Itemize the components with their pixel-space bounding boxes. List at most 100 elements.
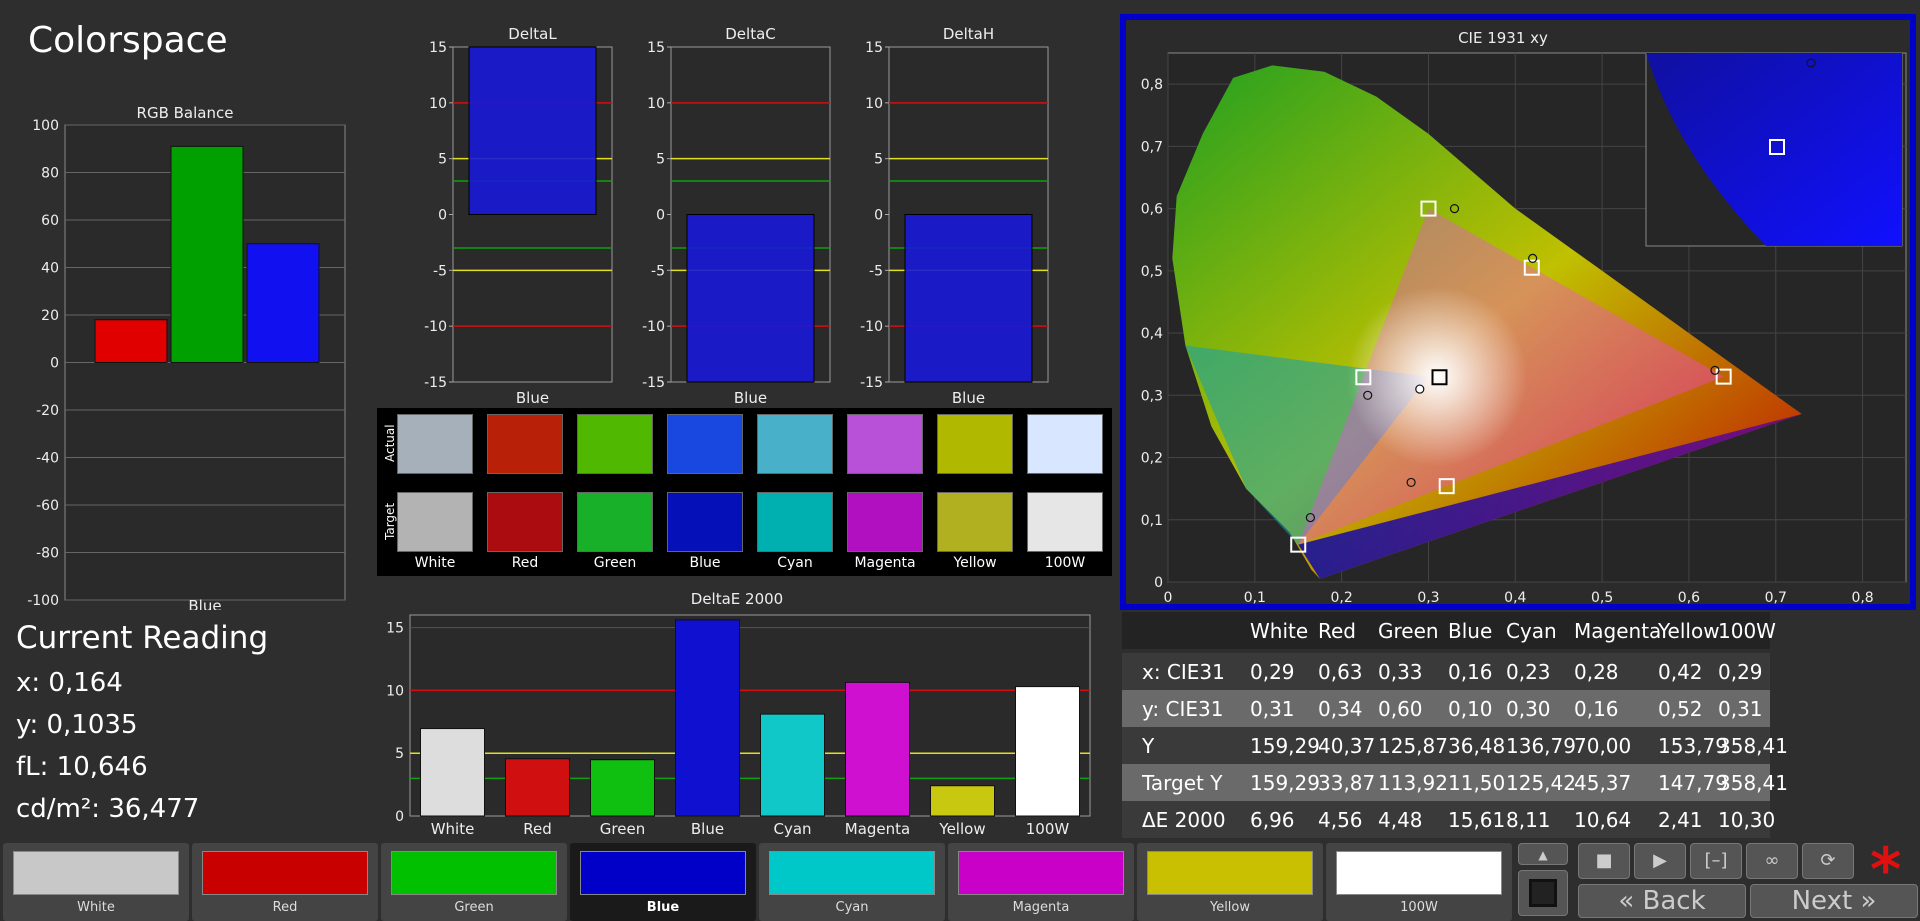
delta-chart-title: DeltaL [508, 25, 557, 43]
patch-tab-cyan[interactable]: Cyan [759, 843, 945, 921]
patch-tab-white[interactable]: White [3, 843, 189, 921]
table-cell: 0,60 [1378, 697, 1423, 721]
rgb-tick-label: -20 [36, 403, 59, 419]
deltae-title: DeltaE 2000 [691, 590, 783, 608]
swatch-actual-blue [667, 414, 743, 474]
table-cell: 0,16 [1448, 660, 1493, 684]
patch-tab-blue[interactable]: Blue [570, 843, 756, 921]
back-button[interactable]: « Back [1578, 884, 1746, 918]
play-button[interactable]: ▶ [1634, 843, 1686, 879]
cie-y-tick: 0,3 [1141, 388, 1163, 404]
patch-tab-yellow[interactable]: Yellow [1137, 843, 1323, 921]
delta-tick-label: 15 [865, 40, 883, 56]
cie-y-tick: 0,6 [1141, 202, 1163, 218]
deltae-bar-red [505, 758, 570, 817]
patch-tab-color [769, 851, 935, 895]
table-row-label: Y [1142, 734, 1155, 758]
swatch-target-100w [1027, 492, 1103, 552]
table-cell: 40,37 [1318, 734, 1376, 758]
deltae-category-label: Red [523, 820, 552, 838]
rgb-tick-label: 80 [41, 166, 59, 182]
delta-tick-label: 0 [438, 208, 447, 224]
delta-tick-label: -15 [860, 375, 883, 391]
table-cell: 15,61 [1448, 808, 1506, 832]
patch-tab-green[interactable]: Green [381, 843, 567, 921]
table-cell: 0,29 [1718, 660, 1763, 684]
cie-x-tick: 0,4 [1504, 590, 1526, 604]
delta-bar [468, 46, 597, 215]
delta-tick-label: -10 [860, 319, 883, 335]
deltae-category-label: Yellow [938, 820, 985, 838]
target-row-label: Target [383, 502, 397, 540]
table-cell: 11,50 [1448, 771, 1506, 795]
up-arrow-icon: ▲ [1538, 848, 1548, 862]
swatch-actual-green [577, 414, 653, 474]
stop-button[interactable]: ■ [1578, 843, 1630, 879]
swatch-target-blue [667, 492, 743, 552]
table-row: x: CIE31 0,29 0,63 0,33 0,16 0,23 0,28 0,42 0,29 [1122, 653, 1770, 690]
table-cell: 0,63 [1318, 660, 1363, 684]
cie-x-tick: 0,2 [1331, 590, 1353, 604]
deltae-bar-white [420, 728, 485, 817]
table-header-cell: Blue [1448, 619, 1493, 643]
rgb-balance-xlabel: Blue [188, 597, 221, 610]
current-reading-heading: Current Reading [16, 620, 269, 656]
table-cell: 0,52 [1658, 697, 1703, 721]
delta-chart-title: DeltaH [943, 25, 994, 43]
patch-tab-magenta[interactable]: Magenta [948, 843, 1134, 921]
asterisk-icon[interactable]: * [1870, 835, 1901, 905]
table-cell: 113,92 [1378, 771, 1448, 795]
patch-tab-label: Red [272, 900, 298, 915]
table-cell: 0,28 [1574, 660, 1619, 684]
swatch-label: Red [511, 555, 539, 571]
deltae-bar-cyan [760, 713, 825, 817]
patch-tab-100w[interactable]: 100W [1326, 843, 1512, 921]
delta-tick-label: -5 [651, 263, 665, 279]
table-row-label: y: CIE31 [1142, 697, 1224, 721]
table-header-row: White Red Green Blue Cyan Magenta Yellow 100W [1122, 612, 1776, 649]
rgb-balance-chart: RGB Balance 100 80 60 40 20 0 -20 -40 -60 -80 -100… [20, 100, 360, 615]
patch-tab-red[interactable]: Red [192, 843, 378, 921]
cie-title: CIE 1931 xy [1458, 29, 1548, 47]
delta-bar [686, 214, 815, 383]
delta-tick-label: 15 [429, 40, 447, 56]
infinity-button[interactable]: ∞ [1746, 843, 1798, 879]
refresh-button[interactable]: ⟳ [1802, 843, 1854, 879]
patch-tab-color [958, 851, 1124, 895]
scroll-up-button[interactable]: ▲ [1518, 843, 1568, 865]
deltae-tick-label: 0 [395, 809, 404, 825]
table-cell: 0,42 [1658, 660, 1703, 684]
rgb-tick-label: -60 [36, 498, 59, 514]
play-icon: ▶ [1653, 850, 1667, 871]
delta-tick-label: 10 [429, 96, 447, 112]
cie-y-tick: 0,5 [1141, 264, 1163, 280]
patch-tab-color [1336, 851, 1502, 895]
cie-x-tick: 0,1 [1244, 590, 1266, 604]
delta-xlabel: Blue [516, 389, 549, 407]
cie-x-tick: 0,5 [1591, 590, 1613, 604]
delta-tick-label: -15 [424, 375, 447, 391]
delta-tick-label: 15 [647, 40, 665, 56]
table-cell: 0,31 [1718, 697, 1763, 721]
actual-row-label: Actual [383, 424, 397, 462]
swatch-label: Magenta [854, 555, 916, 571]
table-header-cell: White [1250, 619, 1309, 643]
delta-charts: DeltaL 15 10 5 0 -5 -10 -15 Blue DeltaC 15 10 5 0 -5 -1… [405, 22, 1105, 407]
cie-x-tick: 0,7 [1765, 590, 1787, 604]
deltae-svg: DeltaE 2000 15 10 5 0 White Red Green Blue Cyan M… [386, 590, 1091, 838]
rgb-bar-red [94, 319, 168, 363]
table-cell: 125,42 [1506, 771, 1576, 795]
delta-tick-label: 5 [656, 152, 665, 168]
delta-tick-label: 5 [438, 152, 447, 168]
bracket-button[interactable]: [–] [1690, 843, 1742, 879]
cie-measured-point-white [1415, 384, 1425, 394]
table-cell: 0,10 [1448, 697, 1493, 721]
stop-big-button[interactable] [1518, 870, 1568, 916]
table-header-cell: Cyan [1506, 619, 1557, 643]
delta-tick-label: -5 [433, 263, 447, 279]
swatch-target-white [397, 492, 473, 552]
delta-bar [904, 214, 1033, 383]
patch-tab-label: Cyan [835, 900, 869, 915]
table-cell: 33,87 [1318, 771, 1376, 795]
table-cell: 358,41 [1718, 734, 1788, 758]
